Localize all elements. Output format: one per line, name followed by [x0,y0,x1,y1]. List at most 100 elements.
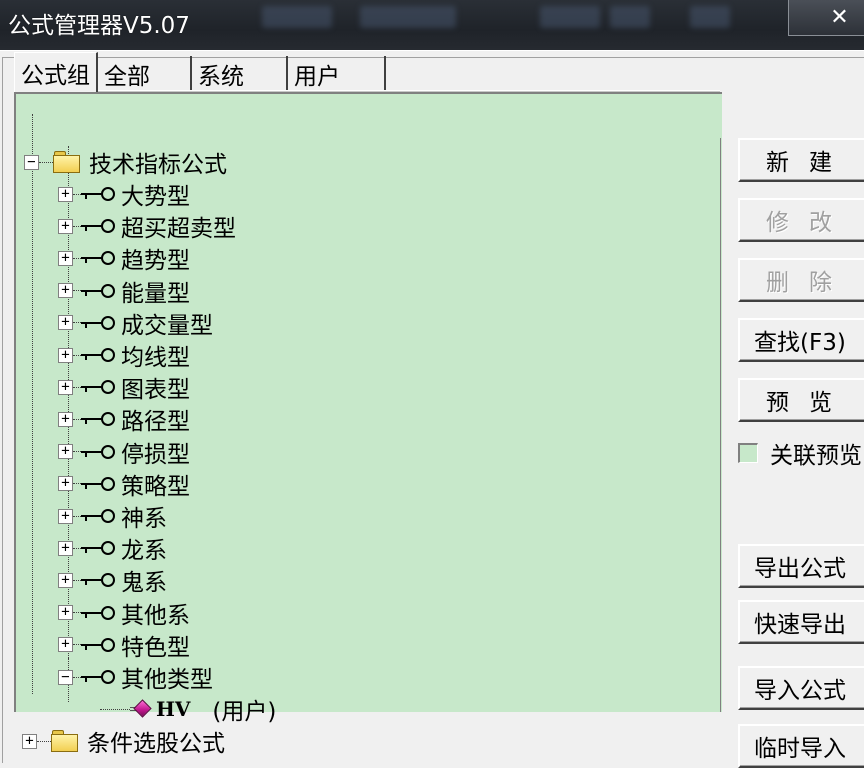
linked-preview-checkbox[interactable] [738,443,758,463]
expand-icon[interactable]: + [58,476,73,492]
key-icon [81,347,115,363]
tree-node-label: 能量型 [121,280,190,307]
key-icon [81,508,115,524]
tree-node-stock-screening[interactable]: + 条件选股公式 [22,725,225,757]
tree-node-label: 图表型 [121,377,190,404]
tree-node-category[interactable]: − 其他类型 [58,661,213,693]
collapse-icon[interactable]: − [24,154,39,170]
tree-node-category[interactable]: + 图表型 [58,371,190,403]
tree-node-label: 条件选股公式 [87,731,225,758]
expand-icon[interactable]: + [58,315,73,331]
tree-node-label: 其他系 [121,602,190,629]
expand-icon[interactable]: + [58,444,73,460]
expand-icon[interactable]: + [58,605,73,621]
tree-node-label: 龙系 [121,538,167,565]
quick-export-button[interactable]: 快速导出 [738,600,864,644]
preview-button[interactable]: 预览 [738,378,864,422]
key-icon [81,669,115,685]
export-formula-button[interactable]: 导出公式 [738,544,864,588]
modify-button[interactable]: 修改 [738,198,864,242]
tree-node-category[interactable]: + 龙系 [58,532,167,564]
folder-icon [53,151,81,173]
expand-icon[interactable]: + [58,250,73,266]
tab-formula-group[interactable]: 公式组 [14,52,98,92]
tree-node-category[interactable]: + 大势型 [58,178,190,210]
tree-node-category[interactable]: + 成交量型 [58,307,213,339]
formula-owner: (用户) [212,699,277,726]
collapse-icon[interactable]: − [58,669,73,685]
new-button[interactable]: 新建 [738,138,864,182]
formula-code: HV [156,697,191,722]
key-icon [81,250,115,266]
close-icon: ✕ [830,5,849,30]
tree-node-category[interactable]: + 神系 [58,500,167,532]
tree-node-label: 神系 [121,506,167,532]
find-button[interactable]: 查找(F3) [738,318,864,362]
tab-system[interactable]: 系统 [192,56,288,92]
background-blur [610,6,650,28]
tree-node-category[interactable]: + 策略型 [58,468,190,500]
tree-node-label: 大势型 [121,184,190,210]
key-icon [81,218,115,234]
folder-icon [51,730,79,753]
delete-button[interactable]: 删除 [738,258,864,302]
tree-node-label: 其他类型 [121,667,213,693]
expand-icon[interactable]: + [58,347,73,363]
expand-icon[interactable]: + [58,540,73,556]
tree-node-category[interactable]: + 特色型 [58,629,190,661]
import-formula-button[interactable]: 导入公式 [738,666,864,710]
tree-node-label: 特色型 [121,634,190,661]
expand-icon[interactable]: + [22,733,37,749]
tree-node-category[interactable]: + 趋势型 [58,242,190,274]
key-icon [81,444,115,460]
tab-all[interactable]: 全部 [98,56,192,92]
formula-gem-icon [130,699,152,719]
tree-node-category[interactable]: + 鬼系 [58,564,167,596]
tree-node-category[interactable]: + 路径型 [58,403,190,435]
background-blur [360,6,456,28]
background-blur [540,6,600,28]
tree-node-label: 成交量型 [121,312,213,339]
title-bar[interactable]: 公式管理器V5.07 ✕ [0,0,864,50]
key-icon [81,186,115,202]
key-icon [81,572,115,588]
key-icon [81,476,115,492]
expand-icon[interactable]: + [58,637,73,653]
close-button[interactable]: ✕ [788,0,864,36]
key-icon [81,379,115,395]
tree-node-category[interactable]: + 其他系 [58,597,190,629]
tree-node-category[interactable]: + 停损型 [58,436,190,468]
expand-icon[interactable]: + [58,572,73,588]
tree-node-category[interactable]: + 均线型 [58,339,190,371]
background-blur [262,6,332,28]
tree-node-tech-indicators[interactable]: − 技术指标公式 [24,146,227,178]
linked-preview-checkbox-row[interactable]: 关联预览 [738,438,862,469]
linked-preview-label: 关联预览 [770,443,862,469]
tree-node-label: 技术指标公式 [89,152,227,178]
key-icon [81,315,115,331]
expand-icon[interactable]: + [58,218,73,234]
key-icon [81,637,115,653]
window-title: 公式管理器V5.07 [8,13,190,39]
expand-icon[interactable]: + [58,186,73,202]
tree-node-category[interactable]: + 超买超卖型 [58,210,236,242]
tab-strip: 公式组 全部 系统 用户 [14,52,386,92]
tree-node-label: 均线型 [121,345,190,371]
tree-node-label: 路径型 [121,409,190,436]
tree-node-label: 趋势型 [121,248,190,275]
tab-user[interactable]: 用户 [288,56,386,92]
tree-leaf-formula[interactable]: HV (用户) [100,693,276,725]
expand-icon[interactable]: + [58,508,73,524]
expand-icon[interactable]: + [58,411,73,427]
expand-icon[interactable]: + [58,283,73,299]
expand-icon[interactable]: + [58,379,73,395]
tree-node-label: 停损型 [121,441,190,468]
temp-import-button[interactable]: 临时导入 [738,724,864,768]
key-icon [81,283,115,299]
tree-node-category[interactable]: + 能量型 [58,275,190,307]
tree-node-label: 鬼系 [121,570,167,597]
tree-node-label: 策略型 [121,473,190,500]
key-icon [81,411,115,427]
background-blur [690,6,730,28]
key-icon [81,605,115,621]
